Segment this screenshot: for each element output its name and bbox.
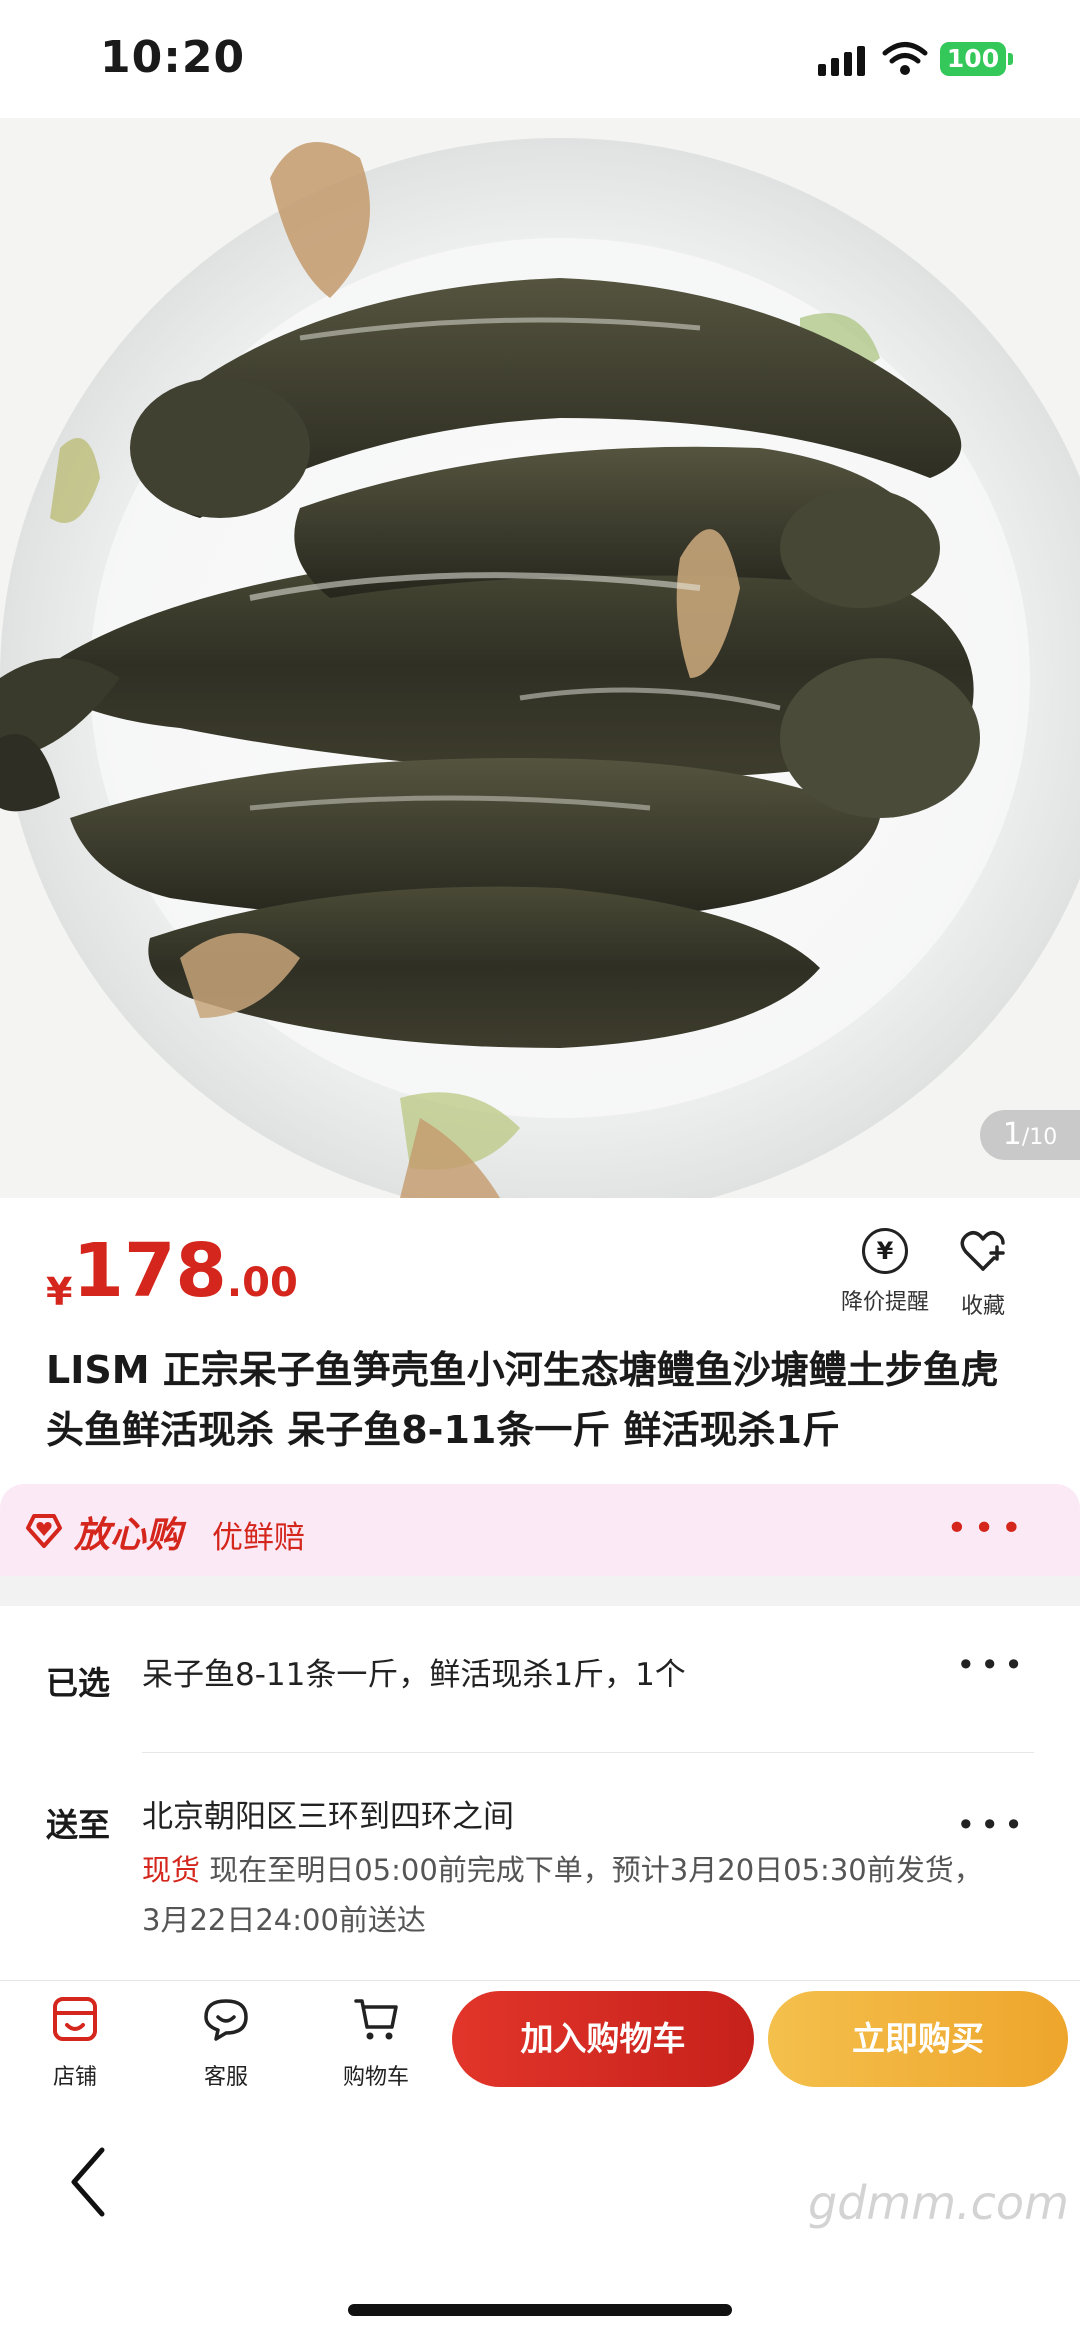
battery-tip xyxy=(1008,53,1013,65)
price-symbol: ¥ xyxy=(46,1270,73,1314)
delivery-eta: 现在至明日05:00前完成下单，预计3月20日05:30前发货，3月22日24:… xyxy=(142,1853,983,1937)
delivery-note: 现货 现在至明日05:00前完成下单，预计3月20日05:30前发货，3月22日… xyxy=(142,1845,992,1945)
section-gap xyxy=(0,1576,1080,1606)
status-time: 10:20 xyxy=(100,32,246,83)
shop-button[interactable]: 店铺 xyxy=(20,1995,130,2091)
service-button[interactable]: 客服 xyxy=(171,1995,281,2091)
buy-now-button[interactable]: 立即购买 xyxy=(768,1991,1068,2087)
bottom-action-bar: 店铺 客服 购物车 加入购物车 立即购买 xyxy=(0,1980,1080,2102)
delivery-label: 送至 xyxy=(46,1806,111,1844)
cart-icon xyxy=(354,1999,398,2040)
shop-icon xyxy=(53,1997,97,2041)
back-chevron-icon[interactable] xyxy=(64,2142,114,2222)
wifi-icon xyxy=(882,42,928,75)
price-integer: 178 xyxy=(72,1228,227,1314)
stock-status: 现货 xyxy=(142,1853,201,1887)
chat-bubble-icon xyxy=(204,1999,248,2041)
home-indicator[interactable] xyxy=(348,2304,732,2316)
cart-label: 购物车 xyxy=(342,2065,409,2090)
image-counter-current: 1 xyxy=(1002,1117,1022,1152)
selected-more-icon[interactable]: ••• xyxy=(956,1646,1028,1684)
delivery-more-icon[interactable]: ••• xyxy=(956,1806,1028,1844)
product-title: LISM 正宗呆子鱼笋壳鱼小河生态塘鳢鱼沙塘鳢土步鱼虎头鱼鲜活现杀 呆子鱼8-1… xyxy=(46,1348,999,1452)
product-image[interactable] xyxy=(0,118,1080,1198)
cart-button[interactable]: 购物车 xyxy=(321,1995,431,2091)
status-bar: 10:20 100 xyxy=(0,0,1080,118)
selected-value[interactable]: 呆子鱼8-11条一斤，鲜活现杀1斤，1个 xyxy=(142,1650,686,1700)
image-counter-total: /10 xyxy=(1021,1125,1058,1150)
yen-bell-icon: ¥ xyxy=(862,1228,908,1274)
price-decimal: .00 xyxy=(226,1260,298,1306)
cellular-signal-icon xyxy=(818,46,868,76)
shop-label: 店铺 xyxy=(52,2065,97,2090)
watermark: gdmm.com xyxy=(808,2176,1069,2230)
selected-label: 已选 xyxy=(46,1664,111,1702)
delivery-address[interactable]: 北京朝阳区三环到四环之间 xyxy=(142,1792,514,1842)
image-counter: 1/10 xyxy=(980,1110,1080,1160)
heart-plus-icon xyxy=(960,1231,1005,1271)
fish-plate-photo xyxy=(0,118,1080,1198)
price-alert-button[interactable]: ¥ 降价提醒 xyxy=(830,1228,940,1316)
promise-bar[interactable]: 放心购 优鲜赔 ••• xyxy=(0,1484,1080,1576)
price: ¥178.00 xyxy=(46,1228,298,1318)
divider xyxy=(142,1752,1034,1753)
more-icon: ••• xyxy=(946,1508,1028,1549)
price-alert-label: 降价提醒 xyxy=(840,1290,929,1315)
battery-icon: 100 xyxy=(940,42,1006,76)
promise-sub: 优鲜赔 xyxy=(212,1520,305,1556)
service-label: 客服 xyxy=(203,2065,248,2090)
favorite-button[interactable]: 收藏 xyxy=(928,1228,1038,1320)
add-to-cart-button[interactable]: 加入购物车 xyxy=(452,1991,754,2087)
promise-brand: 放心购 xyxy=(74,1515,183,1556)
favorite-label: 收藏 xyxy=(960,1294,1005,1319)
heart-shield-icon xyxy=(26,1514,62,1548)
